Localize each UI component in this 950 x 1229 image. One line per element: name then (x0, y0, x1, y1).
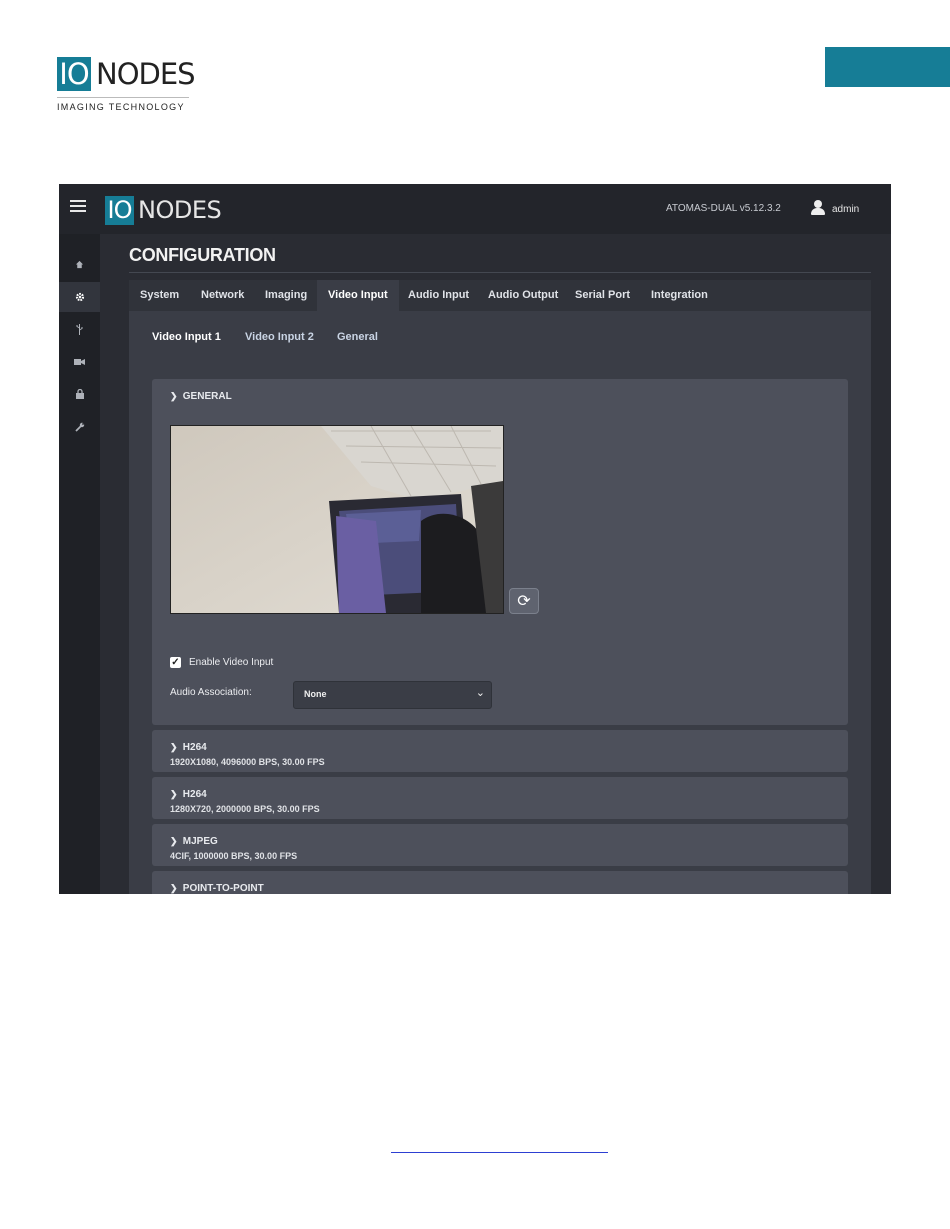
chevron-right-icon: ❯ (170, 742, 178, 752)
stream-2-details: 1280X720, 2000000 BPS, 30.00 FPS (170, 804, 320, 814)
stream-4-header: ❯ POINT-TO-POINT (170, 883, 264, 894)
wrench-icon[interactable] (59, 412, 100, 442)
chevron-right-icon: ❯ (170, 883, 178, 893)
enable-video-input-label[interactable]: Enable Video Input (189, 657, 273, 668)
usb-icon[interactable] (59, 314, 100, 344)
user-icon[interactable] (811, 200, 825, 215)
camera-icon[interactable] (59, 347, 100, 377)
lock-icon[interactable] (59, 379, 100, 409)
audio-association-label: Audio Association: (170, 687, 252, 698)
logo-tagline: IMAGING TECHNOLOGY (57, 102, 185, 112)
page-title: CONFIGURATION (129, 245, 276, 265)
stream-panel-3[interactable]: ❯ MJPEG 4CIF, 1000000 BPS, 30.00 FPS (152, 824, 848, 866)
stream-panel-1[interactable]: ❯ H264 1920X1080, 4096000 BPS, 30.00 FPS (152, 730, 848, 772)
config-content: System Network Imaging Video Input Audio… (129, 280, 871, 894)
general-panel-title: GENERAL (182, 391, 232, 402)
user-name[interactable]: admin (832, 204, 859, 215)
stream-panel-4[interactable]: ❯ POINT-TO-POINT (152, 871, 848, 894)
chevron-down-icon: ❯ (170, 391, 178, 401)
header-accent-bar (825, 47, 950, 87)
enable-video-input-row: ✓ Enable Video Input (170, 657, 273, 668)
home-icon[interactable] (59, 249, 100, 279)
camera-snapshot (171, 426, 503, 613)
logo-wordmark: NODES (96, 57, 196, 91)
tab-imaging[interactable]: Imaging (254, 280, 318, 311)
general-panel-header[interactable]: ❯ GENERAL (170, 391, 232, 402)
stream-3-title: MJPEG (182, 836, 218, 847)
sidebar (59, 234, 100, 894)
logo-io-mark: IO (57, 57, 91, 91)
chevron-down-icon: ⌄ (475, 687, 485, 699)
stream-1-title: H264 (182, 742, 207, 753)
refresh-icon: ⟳ (517, 593, 531, 610)
audio-association-select[interactable]: None ⌄ (293, 681, 492, 709)
app-logo-io-mark: IO (105, 196, 134, 225)
device-version: ATOMAS-DUAL v5.12.3.2 (666, 203, 781, 214)
stream-3-header: ❯ MJPEG (170, 836, 218, 847)
tab-serial-port[interactable]: Serial Port (564, 280, 641, 311)
stream-2-title: H264 (182, 789, 207, 800)
title-divider (129, 272, 871, 273)
stream-2-header: ❯ H264 (170, 789, 207, 800)
footer-link[interactable] (391, 1152, 608, 1153)
hamburger-icon[interactable] (70, 200, 86, 213)
config-tabs: System Network Imaging Video Input Audio… (129, 280, 871, 311)
stream-1-details: 1920X1080, 4096000 BPS, 30.00 FPS (170, 757, 325, 767)
chevron-right-icon: ❯ (170, 836, 178, 846)
top-bar: IO NODES ATOMAS-DUAL v5.12.3.2 admin (59, 184, 891, 234)
audio-association-value: None (304, 689, 327, 699)
tab-video-input[interactable]: Video Input (317, 280, 399, 311)
chevron-right-icon: ❯ (170, 789, 178, 799)
app-screenshot: IO NODES ATOMAS-DUAL v5.12.3.2 admin CON… (59, 184, 891, 894)
video-input-subtabs: Video Input 1 Video Input 2 General (129, 311, 871, 351)
tab-system[interactable]: System (129, 280, 190, 311)
subtab-general[interactable]: General (337, 331, 378, 343)
general-panel: ❯ GENERAL ⟳ ✓ Enable Video Input Audio A… (152, 379, 848, 725)
video-preview (170, 425, 504, 614)
logo-divider (57, 97, 189, 98)
gear-icon[interactable] (59, 282, 100, 312)
stream-4-title: POINT-TO-POINT (182, 883, 264, 894)
stream-1-header: ❯ H264 (170, 742, 207, 753)
tab-integration[interactable]: Integration (640, 280, 719, 311)
refresh-button[interactable]: ⟳ (509, 588, 539, 614)
enable-video-input-checkbox[interactable]: ✓ (170, 657, 181, 668)
subtab-video-input-1[interactable]: Video Input 1 (152, 331, 221, 343)
subtab-video-input-2[interactable]: Video Input 2 (245, 331, 314, 343)
app-logo-wordmark: NODES (138, 196, 222, 224)
stream-panel-2[interactable]: ❯ H264 1280X720, 2000000 BPS, 30.00 FPS (152, 777, 848, 819)
tab-network[interactable]: Network (190, 280, 255, 311)
tab-audio-input[interactable]: Audio Input (397, 280, 480, 311)
tab-audio-output[interactable]: Audio Output (477, 280, 569, 311)
stream-3-details: 4CIF, 1000000 BPS, 30.00 FPS (170, 851, 298, 861)
